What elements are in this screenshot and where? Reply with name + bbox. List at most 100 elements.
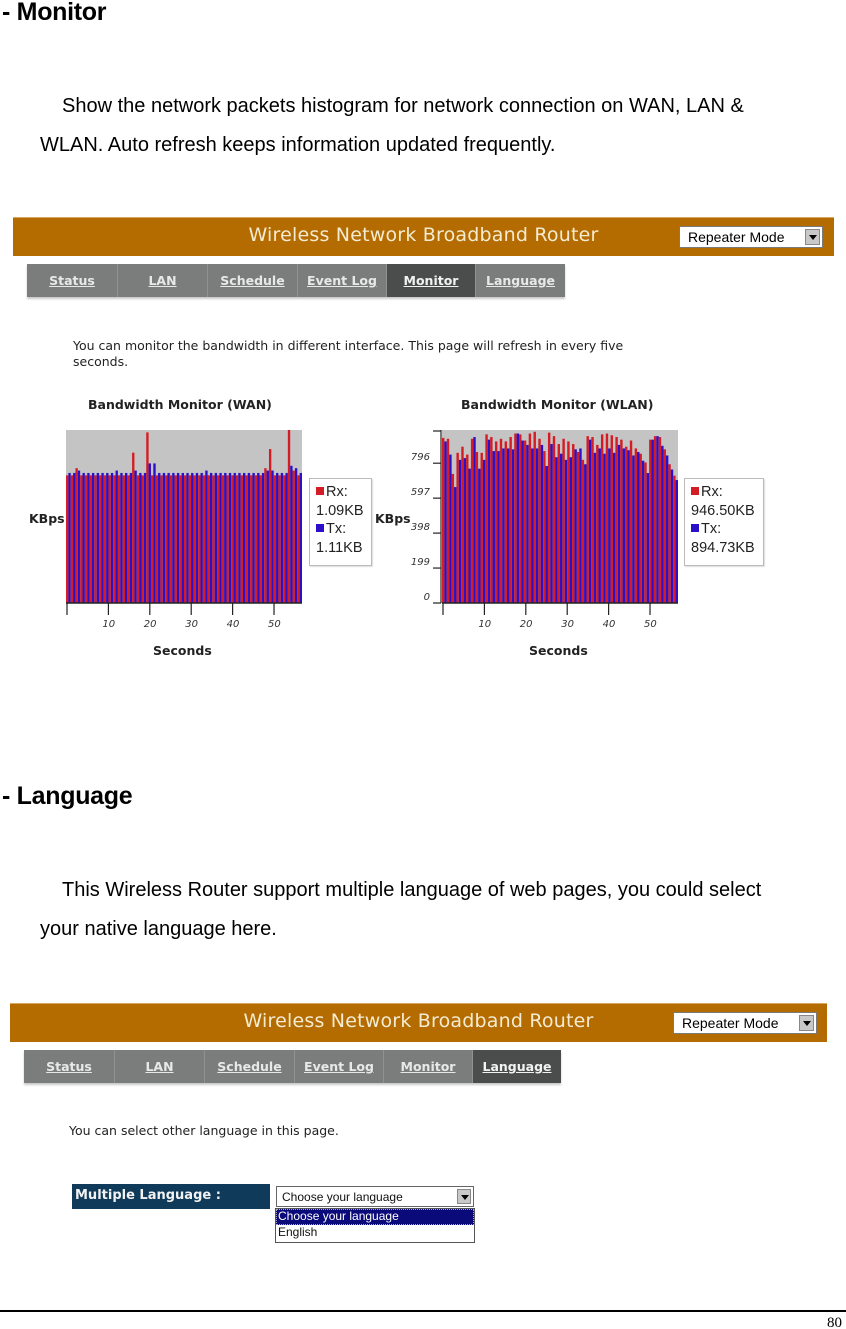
tx-bar <box>449 454 452 603</box>
tx-bar <box>598 448 601 603</box>
tx-bar <box>641 460 645 603</box>
rx-bar <box>552 436 556 603</box>
rx-bar <box>519 434 522 603</box>
language-select[interactable]: Choose your language <box>276 1186 474 1207</box>
x-tick-label: 40 <box>603 619 616 630</box>
tab-language[interactable]: Language <box>473 1050 561 1083</box>
rx-bar <box>673 475 676 603</box>
tx-bar <box>603 453 606 603</box>
rx-bar <box>625 446 628 603</box>
tx-bar <box>579 448 582 603</box>
rx-bar <box>470 438 474 603</box>
wlan-legend: Rx: 946.50KB Tx: 894.73KB <box>684 478 764 566</box>
y-tick-label: 398 <box>411 522 430 533</box>
rx-bar <box>475 451 479 603</box>
rx-bar <box>576 451 580 603</box>
rx-bar <box>634 448 638 603</box>
language-dropdown-list: Choose your language English <box>275 1208 475 1243</box>
rx-bar <box>600 434 604 603</box>
rx-bar <box>442 437 445 603</box>
rx-bar <box>610 435 613 603</box>
tx-bar <box>608 448 611 603</box>
rx-bar <box>490 437 493 603</box>
rx-bar <box>509 437 512 603</box>
tx-bar <box>545 466 548 603</box>
rx-bar <box>572 444 575 603</box>
multiple-language-label: Multiple Language : <box>72 1184 270 1209</box>
mode-select[interactable]: Repeater Mode <box>673 1012 817 1034</box>
tab-lan[interactable]: LAN <box>115 1050 205 1083</box>
rx-bar <box>533 431 536 603</box>
rx-bar <box>658 437 662 603</box>
tx-bar <box>632 455 635 603</box>
chevron-down-icon[interactable] <box>799 1015 814 1031</box>
tx-bar <box>478 468 481 603</box>
rx-bar <box>504 441 508 603</box>
rx-bar <box>581 459 585 603</box>
nav-tabs: Status LAN Schedule Event Log Monitor La… <box>24 1050 561 1083</box>
rx-bar <box>620 439 623 603</box>
rx-bar <box>586 436 589 603</box>
tx-bar <box>627 450 630 603</box>
chevron-down-icon[interactable] <box>457 1189 471 1204</box>
tx-bar <box>526 444 529 603</box>
rx-bar <box>668 464 671 603</box>
tx-bar <box>555 457 558 603</box>
tx-bar <box>473 437 476 603</box>
tx-bar <box>531 448 534 603</box>
tx-bar <box>646 473 650 603</box>
tx-bar <box>497 451 500 603</box>
tx-bar <box>487 439 491 603</box>
tx-bar <box>675 480 678 603</box>
rx-bar <box>644 462 647 603</box>
tx-bar <box>670 469 674 603</box>
tx-bar <box>463 458 467 603</box>
rx-bar <box>591 437 594 603</box>
tab-status[interactable]: Status <box>24 1050 115 1083</box>
rx-bar <box>615 437 618 603</box>
tx-bar <box>468 468 471 603</box>
rx-bar <box>547 432 551 603</box>
tx-bar <box>661 445 664 603</box>
tx-bar <box>516 433 520 603</box>
rx-bar <box>446 438 450 603</box>
tx-bar <box>656 436 659 603</box>
x-tick-label: 20 <box>520 619 533 630</box>
tx-bar <box>665 455 669 603</box>
rx-bar <box>543 451 546 603</box>
rx-bar <box>485 434 488 603</box>
tx-bar <box>569 457 573 603</box>
rx-bar <box>596 444 599 603</box>
page-number: 80 <box>827 1315 842 1329</box>
rx-bar <box>451 473 455 603</box>
legend-tx: Tx: <box>691 520 757 539</box>
tx-bar <box>507 448 510 603</box>
tx-bar <box>612 452 616 603</box>
rx-bar <box>461 446 464 603</box>
tx-swatch-icon <box>691 524 699 532</box>
tx-bar <box>637 451 640 603</box>
language-option-choose[interactable]: Choose your language <box>276 1209 474 1225</box>
tab-monitor[interactable]: Monitor <box>384 1050 473 1083</box>
tx-bar <box>651 439 654 603</box>
legend-rx: Rx: <box>691 483 757 502</box>
tx-bar <box>444 441 447 603</box>
tx-bar <box>502 448 505 603</box>
wlan-bandwidth-chart: 10 20 30 40 50 0 199 398 597 796 <box>411 430 678 630</box>
tab-event-log[interactable]: Event Log <box>295 1050 384 1083</box>
section-heading-language: - Language <box>2 782 133 810</box>
tx-bar <box>564 459 568 603</box>
language-option-english[interactable]: English <box>276 1225 474 1241</box>
tx-bar <box>454 487 457 603</box>
rx-bar <box>466 454 469 603</box>
x-tick-label: 30 <box>561 619 574 630</box>
rx-bar <box>499 438 503 603</box>
rx-bar <box>523 440 527 603</box>
tx-bar <box>617 444 621 603</box>
tab-schedule[interactable]: Schedule <box>205 1050 295 1083</box>
tx-bar <box>588 439 592 603</box>
y-tick-label: 796 <box>411 452 430 463</box>
tx-bar <box>492 451 495 603</box>
rx-bar <box>649 439 652 603</box>
router-banner: Wireless Network Broadband Router Repeat… <box>10 1003 827 1042</box>
